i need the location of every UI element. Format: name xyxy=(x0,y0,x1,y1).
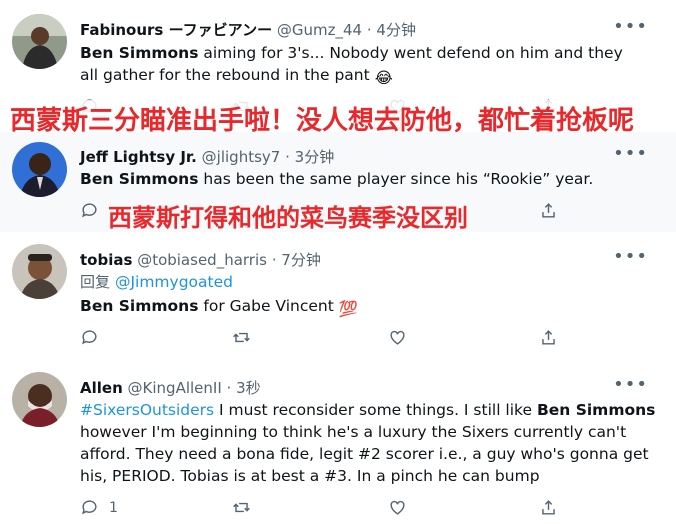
author-name[interactable]: Allen xyxy=(80,379,123,397)
caption-overlay-2: 西蒙斯打得和他的菜鸟赛季没区别 xyxy=(108,204,468,232)
like-button[interactable] xyxy=(388,498,407,517)
author-name[interactable]: Jeff Lightsy Jr. xyxy=(80,148,197,166)
more-options-icon[interactable]: ••• xyxy=(613,374,648,395)
like-button[interactable] xyxy=(388,328,407,347)
tweet-text: Ben Simmons has been the same player sin… xyxy=(80,168,640,190)
retweet-button[interactable] xyxy=(232,498,251,517)
retweet-button[interactable] xyxy=(232,328,251,347)
mention-text: Ben Simmons xyxy=(536,401,656,419)
author-name[interactable]: Fabinours ーファビアンー xyxy=(80,21,272,39)
tweet-actions xyxy=(80,328,560,350)
more-options-icon[interactable]: ••• xyxy=(613,16,648,37)
avatar[interactable] xyxy=(12,14,67,69)
tweet-3[interactable]: tobias @tobiased_harris · 7分钟 ••• 回复 @Ji… xyxy=(0,232,676,358)
tweet-text: Ben Simmons aiming for 3's... Nobody wen… xyxy=(80,42,640,89)
tweet-text: Ben Simmons for Gabe Vincent 💯 xyxy=(80,295,640,320)
more-options-icon[interactable]: ••• xyxy=(613,143,648,164)
avatar[interactable] xyxy=(12,372,67,427)
share-button[interactable] xyxy=(539,328,558,347)
heart-icon xyxy=(390,500,405,515)
share-icon xyxy=(542,330,555,345)
tweet-actions: 1 xyxy=(80,498,560,520)
reply-context: 回复 @Jimmygoated xyxy=(80,271,640,293)
mention-text: Ben Simmons xyxy=(80,44,199,62)
more-options-icon[interactable]: ••• xyxy=(613,246,648,267)
separator-dot: · xyxy=(366,21,372,39)
mention-text: Ben Simmons xyxy=(80,170,199,188)
hashtag-link[interactable]: #SixersOutsiders xyxy=(80,401,214,419)
timestamp[interactable]: 7分钟 xyxy=(281,251,321,269)
retweet-icon xyxy=(233,502,250,513)
reply-icon xyxy=(82,203,97,218)
author-handle[interactable]: @Gumz_44 xyxy=(277,21,362,39)
avatar[interactable] xyxy=(12,142,67,197)
mention-text: Ben Simmons xyxy=(80,297,199,315)
tweet-text: #SixersOutsiders I must reconsider some … xyxy=(80,399,656,487)
laughing-emoji-icon: 😂 xyxy=(374,69,393,87)
tweet-text-rest: has been the same player since his “Rook… xyxy=(198,170,594,188)
timestamp[interactable]: 3分钟 xyxy=(295,148,335,166)
author-handle[interactable]: @tobiased_harris xyxy=(137,251,267,269)
reply-button[interactable] xyxy=(80,201,99,220)
share-icon xyxy=(542,203,555,218)
reply-to-link[interactable]: @Jimmygoated xyxy=(115,273,233,291)
reply-count: 1 xyxy=(109,499,118,516)
reply-button[interactable] xyxy=(80,328,99,347)
author-handle[interactable]: @jlightsy7 xyxy=(202,148,281,166)
share-icon xyxy=(542,500,555,515)
avatar[interactable] xyxy=(12,244,67,299)
tweet-text-b: however I'm beginning to think he's a lu… xyxy=(80,423,649,485)
author-handle[interactable]: @KingAllenII xyxy=(128,379,222,397)
timestamp[interactable]: 4分钟 xyxy=(376,21,416,39)
separator-dot: · xyxy=(226,379,232,397)
reply-prefix: 回复 xyxy=(80,273,111,291)
tweet-text-rest: for Gabe Vincent xyxy=(198,297,339,315)
tweet-text-a: I must reconsider some things. I still l… xyxy=(214,401,537,419)
hundred-points-emoji-icon: 💯 xyxy=(338,300,359,318)
reply-icon xyxy=(82,330,97,345)
reply-button[interactable]: 1 xyxy=(80,498,118,517)
separator-dot: · xyxy=(271,251,277,269)
tweet-4[interactable]: Allen @KingAllenII · 3秒 ••• #SixersOutsi… xyxy=(0,358,676,524)
separator-dot: · xyxy=(285,148,290,166)
retweet-icon xyxy=(233,332,250,343)
share-button[interactable] xyxy=(539,498,558,517)
heart-icon xyxy=(390,330,405,345)
author-name[interactable]: tobias xyxy=(80,251,132,269)
share-button[interactable] xyxy=(539,201,558,220)
timestamp[interactable]: 3秒 xyxy=(236,379,261,397)
reply-icon xyxy=(82,500,97,515)
